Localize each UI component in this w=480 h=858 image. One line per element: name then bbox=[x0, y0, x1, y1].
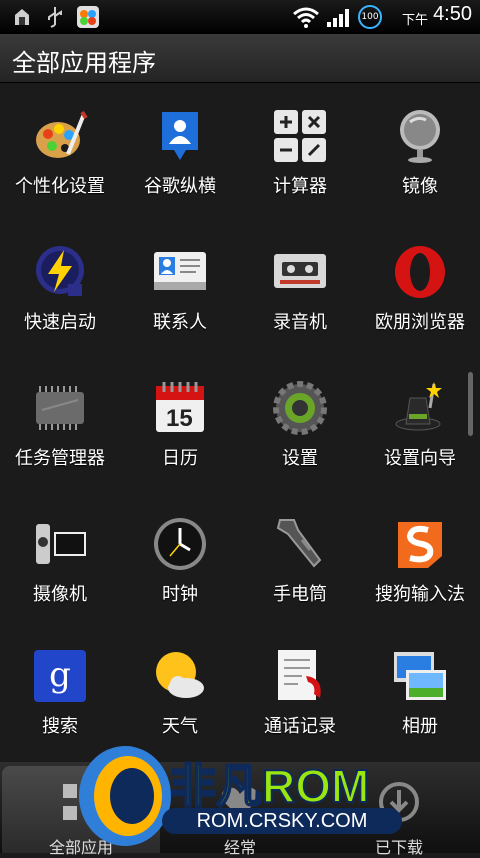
app-label: 欧朋浏览器 bbox=[375, 312, 465, 333]
cassette-icon bbox=[274, 254, 326, 288]
app-label: 设置向导 bbox=[384, 448, 456, 469]
gallery-icon bbox=[394, 652, 446, 700]
app-label: 日历 bbox=[162, 448, 198, 469]
app-label: 快速启动 bbox=[24, 312, 96, 333]
app-label: 设置 bbox=[282, 448, 318, 469]
gear-icon bbox=[273, 381, 327, 435]
watermark-brand: 非凡ROM bbox=[169, 759, 370, 813]
svg-text:g: g bbox=[49, 655, 71, 695]
contacts-card-icon bbox=[154, 252, 206, 290]
call-log-icon bbox=[278, 650, 321, 700]
calculator-icon bbox=[274, 110, 326, 162]
watermark-url: ROM.CRSKY.COM bbox=[162, 808, 402, 834]
app-label: 任务管理器 bbox=[15, 448, 105, 469]
palette-icon bbox=[36, 110, 88, 158]
wifi-icon bbox=[293, 7, 319, 28]
page-title: 全部应用程序 bbox=[12, 49, 156, 77]
app-label: 天气 bbox=[162, 716, 198, 737]
title-bar: 全部应用程序 bbox=[0, 34, 480, 83]
notification-icon bbox=[77, 6, 99, 28]
app-label: 搜索 bbox=[42, 716, 78, 737]
lightning-icon bbox=[36, 246, 84, 296]
app-label: 谷歌纵横 bbox=[144, 176, 216, 197]
sogou-icon bbox=[398, 522, 442, 568]
weather-icon bbox=[156, 652, 204, 698]
app-grid: 个性化设置 谷歌纵横 计算器 镜像 快速启动 联系人 录音机 欧朋浏览器 任务管… bbox=[0, 82, 480, 762]
google-search-icon: g bbox=[34, 650, 86, 702]
wizard-hat-icon bbox=[395, 382, 442, 431]
app-label: 搜狗输入法 bbox=[375, 584, 465, 605]
signal-icon bbox=[327, 9, 349, 27]
app-label: 计算器 bbox=[273, 176, 327, 197]
battery-icon: 100 bbox=[358, 5, 382, 29]
app-label: 个性化设置 bbox=[15, 176, 105, 197]
watermark: 非凡ROM ROM.CRSKY.COM bbox=[70, 742, 410, 850]
app-label: 录音机 bbox=[273, 312, 327, 333]
app-label: 手电筒 bbox=[273, 584, 327, 605]
chip-icon bbox=[36, 386, 84, 430]
app-label: 时钟 bbox=[162, 584, 198, 605]
scrollbar[interactable] bbox=[468, 372, 473, 436]
app-label: 镜像 bbox=[402, 176, 438, 197]
camcorder-icon bbox=[36, 524, 86, 564]
latitude-icon bbox=[162, 112, 198, 160]
calendar-day: 15 bbox=[166, 405, 193, 432]
mirror-icon bbox=[400, 110, 440, 163]
clock-time: 4:50 bbox=[433, 3, 472, 25]
usb-icon bbox=[48, 7, 62, 28]
opera-icon bbox=[395, 246, 445, 298]
status-bar: 100 下午 4:50 bbox=[0, 0, 480, 34]
debug-icon bbox=[15, 9, 29, 25]
calendar-icon: 15 bbox=[156, 382, 204, 432]
app-label: 通话记录 bbox=[264, 716, 336, 737]
app-label: 相册 bbox=[402, 716, 438, 737]
flashlight-icon bbox=[276, 519, 322, 568]
app-label: 摄像机 bbox=[33, 584, 87, 605]
battery-level: 100 bbox=[361, 12, 379, 22]
clock-icon bbox=[154, 518, 206, 570]
time-period: 下午 bbox=[401, 13, 428, 28]
app-label: 联系人 bbox=[153, 312, 207, 333]
